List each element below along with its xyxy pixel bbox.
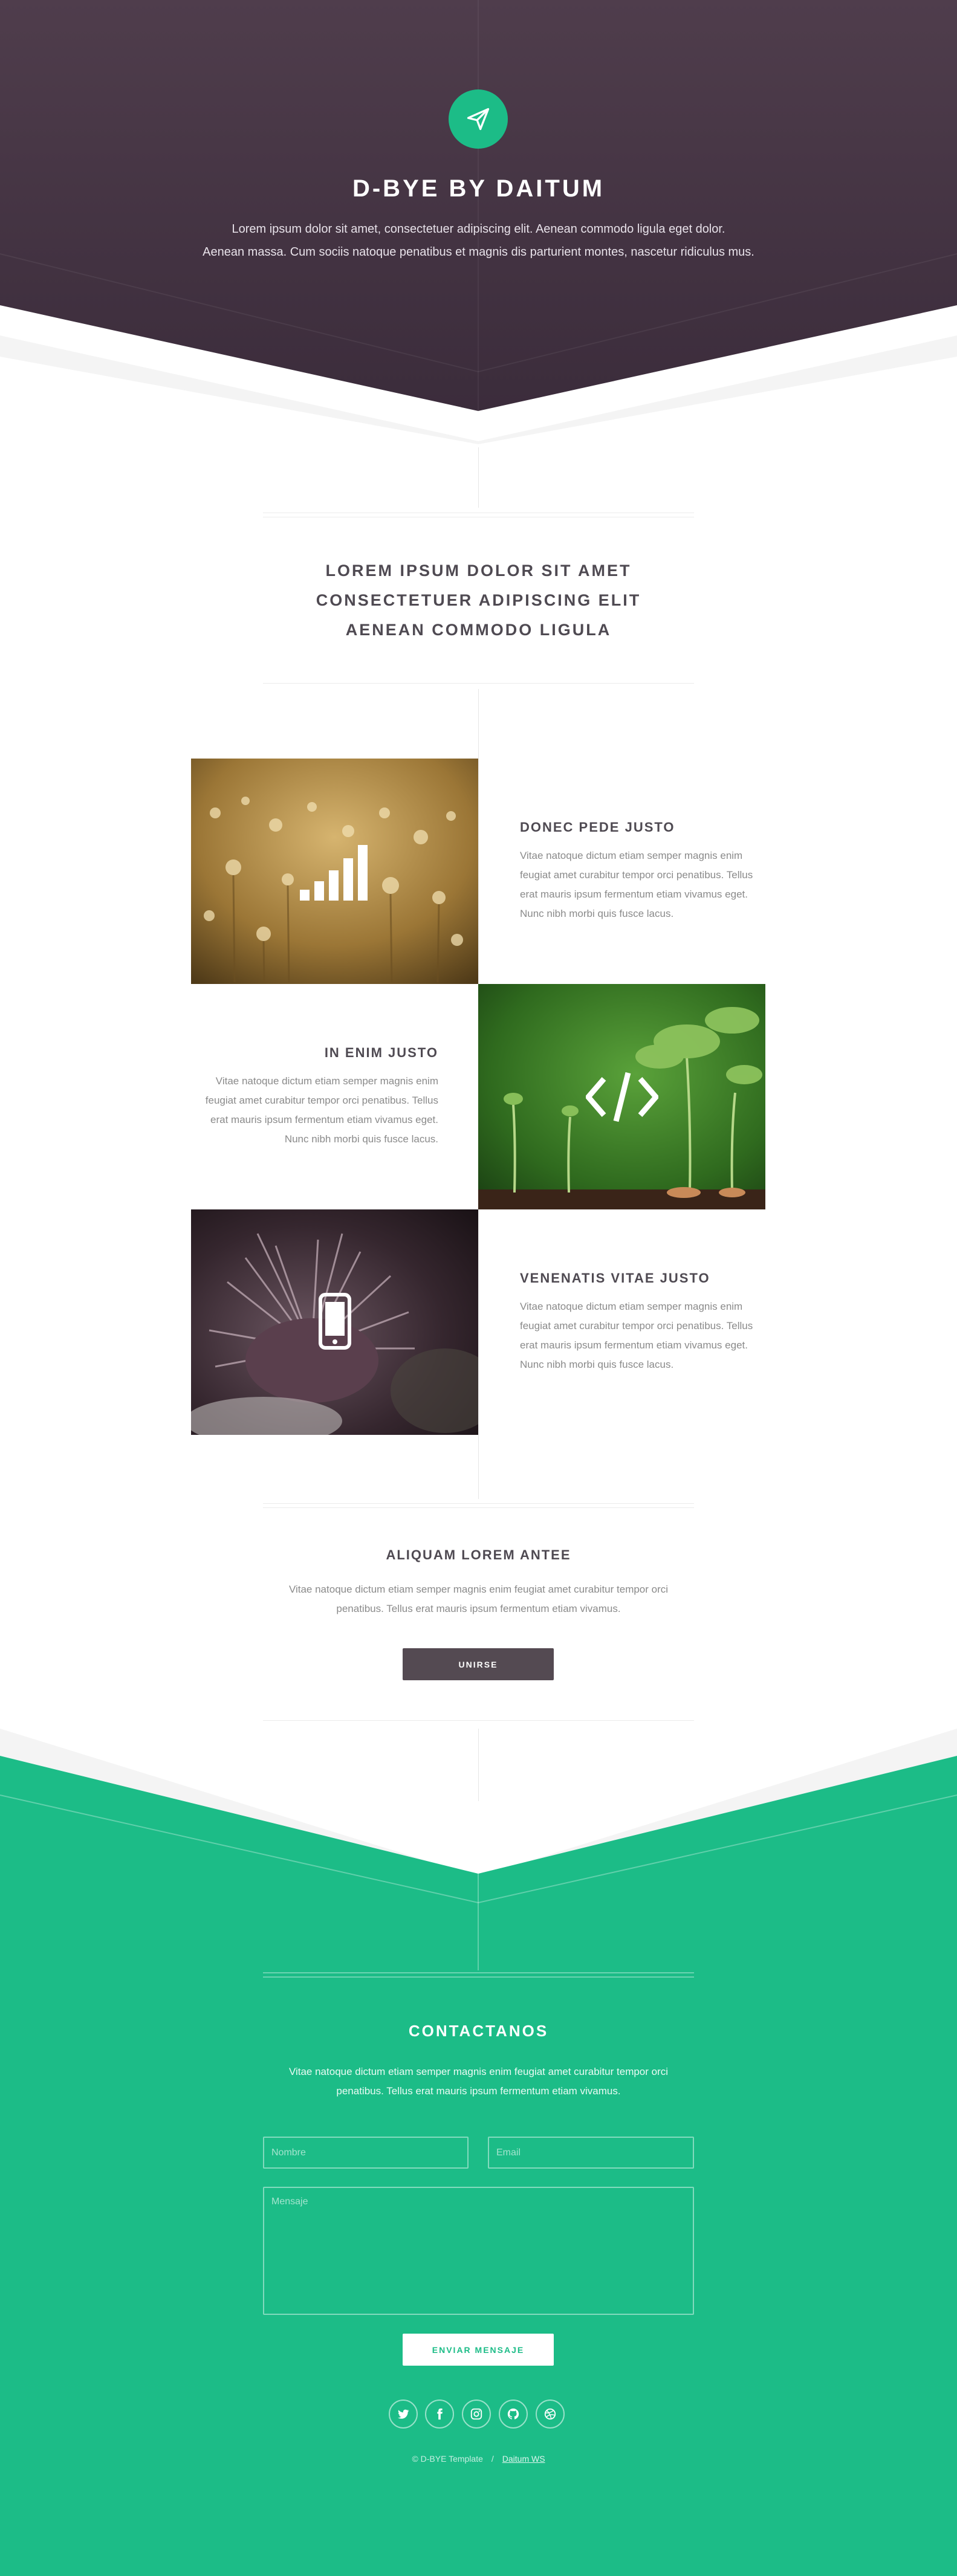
credit-link[interactable]: Daitum WS [502,2454,545,2464]
contact-body: Vitae natoque dictum etiam semper magnis… [288,2066,669,2097]
cta-body: Vitae natoque dictum etiam semper magnis… [288,1584,669,1614]
contact-title: CONTACTANOS [408,2022,549,2040]
feature-body-2: Vitae natoque dictum etiam semper magnis… [205,1075,438,1145]
header-banner: D-BYE BY DAITUM Lorem ipsum dolor sit am… [0,0,957,447]
dribbble-icon [544,2408,556,2420]
section-divider [263,1507,694,1508]
site-subtitle: Lorem ipsum dolor sit amet, consectetuer… [0,218,957,264]
contact-footer [0,1729,957,2576]
signal-bars-icon [299,844,368,901]
logo-badge[interactable] [449,89,508,149]
paper-plane-icon [467,108,490,131]
feature-title-1: DONEC PEDE JUSTO [520,820,675,835]
name-input[interactable] [263,2137,469,2169]
feature-title-2: IN ENIM JUSTO [324,1045,438,1060]
center-divider [478,447,479,508]
dribbble-link[interactable] [536,2400,565,2429]
section-divider [263,683,694,684]
site-title: D-BYE BY DAITUM [352,175,605,202]
code-icon [585,1072,658,1122]
feature-text-3: VENENATIS VITAE JUSTO Vitae natoque dict… [520,1270,762,1374]
copyright-separator: / [491,2454,494,2464]
section-divider [263,1503,694,1504]
cta-block: ALIQUAM LOREM ANTEE Vitae natoque dictum… [0,1547,957,1619]
feature-image-2 [478,984,765,1209]
message-textarea[interactable] [263,2187,694,2315]
instagram-icon [470,2408,482,2420]
intro-line-1: LOREM IPSUM DOLOR SIT AMET [325,561,632,580]
mobile-phone-icon [318,1292,351,1350]
cta-title: ALIQUAM LOREM ANTEE [386,1547,571,1562]
feature-body-3: Vitae natoque dictum etiam semper magnis… [520,1301,753,1370]
twitter-link[interactable] [389,2400,418,2429]
github-link[interactable] [499,2400,528,2429]
feature-title-3: VENENATIS VITAE JUSTO [520,1270,710,1286]
send-message-button[interactable]: ENVIAR MENSAJE [403,2334,554,2366]
subtitle-line-2: Aenean massa. Cum sociis natoque penatib… [203,245,754,259]
section-divider [263,1720,694,1721]
join-button[interactable]: UNIRSE [403,1648,554,1680]
subtitle-line-1: Lorem ipsum dolor sit amet, consectetuer… [232,222,725,236]
email-input[interactable] [488,2137,694,2169]
feature-body-1: Vitae natoque dictum etiam semper magnis… [520,850,753,919]
intro-block: LOREM IPSUM DOLOR SIT AMET CONSECTETUER … [0,556,957,645]
feature-text-1: DONEC PEDE JUSTO Vitae natoque dictum et… [520,820,762,924]
facebook-link[interactable] [425,2400,454,2429]
center-divider [478,1729,479,1801]
feature-image-1 [191,759,478,984]
facebook-icon [437,2408,443,2420]
intro-line-2: CONSECTETUER ADIPISCING ELIT [316,591,641,609]
instagram-link[interactable] [462,2400,491,2429]
feature-text-2: IN ENIM JUSTO Vitae natoque dictum etiam… [196,1045,438,1149]
feature-image-3 [191,1209,478,1435]
intro-line-3: AENEAN COMMODO LIGULA [345,621,612,639]
footer-background [0,1729,957,2576]
twitter-icon [398,2409,409,2419]
copyright-line: © D-BYE Template / Daitum WS [0,2454,957,2464]
github-icon [507,2408,519,2419]
copyright-text: © D-BYE Template [412,2454,483,2464]
